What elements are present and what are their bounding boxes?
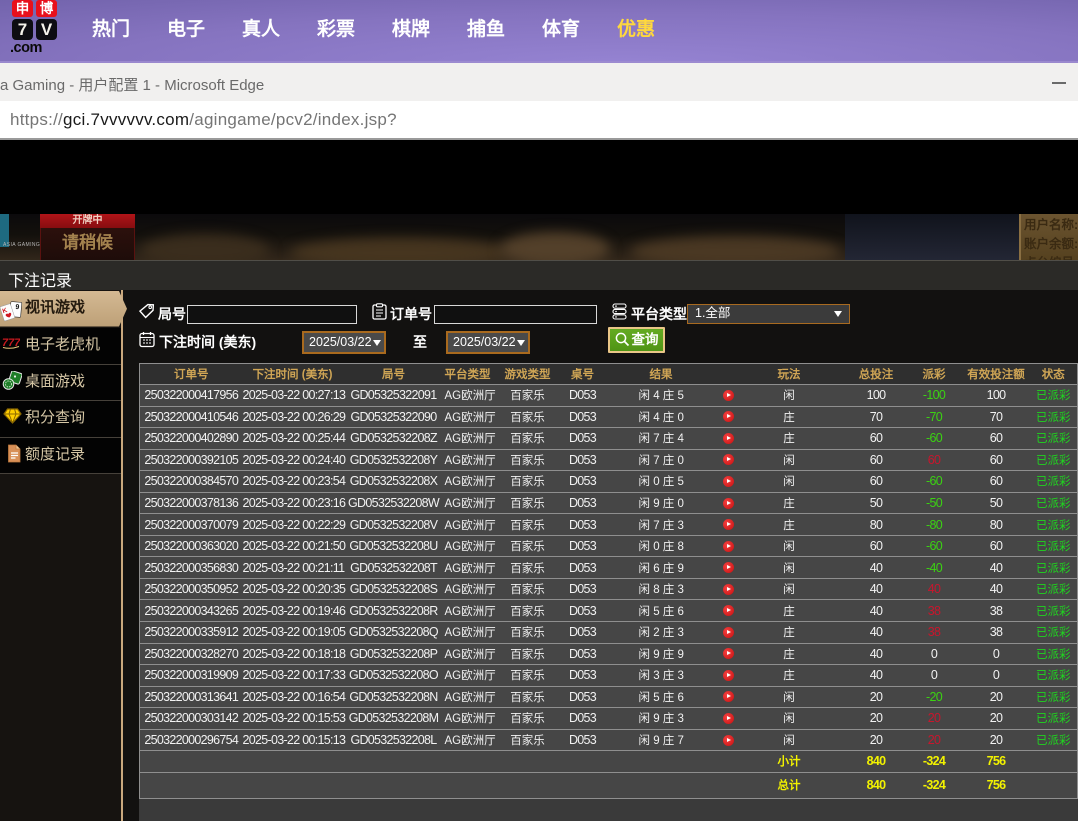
svg-text:9: 9 — [15, 304, 20, 311]
